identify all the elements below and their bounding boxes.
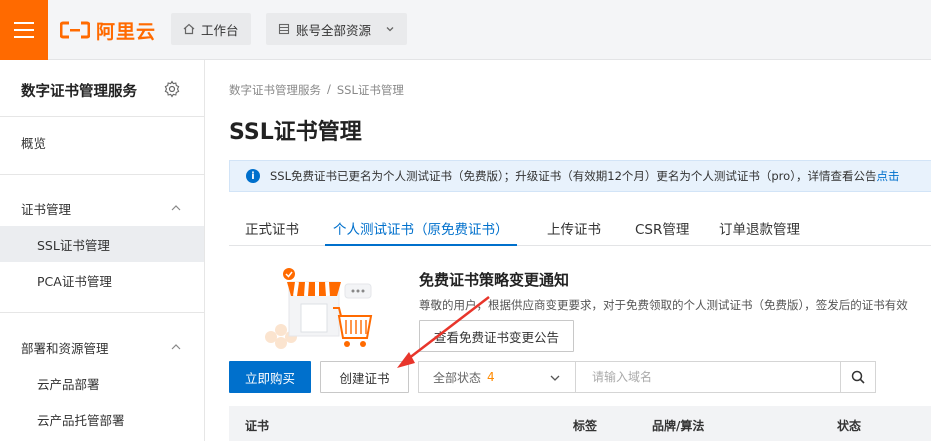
sidebar-group-cert-management[interactable]: 证书管理 [0, 190, 204, 226]
tab-refund-management[interactable]: 订单退款管理 [719, 218, 800, 246]
resources-label: 账号全部资源 [296, 22, 372, 38]
notice-text: SSL免费证书已更名为个人测试证书（免费版）；升级证书（有效期12个月）更名为个… [270, 169, 877, 183]
sidebar-title: 数字证书管理服务 [21, 84, 137, 100]
breadcrumb: 数字证书管理服务 / SSL证书管理 [229, 82, 404, 98]
top-bar: 阿里云 工作台 账号全部资源 [0, 0, 931, 60]
info-icon: i [246, 169, 260, 183]
home-icon [183, 23, 195, 35]
chevron-up-icon [171, 205, 181, 211]
tab-upload-cert[interactable]: 上传证书 [547, 218, 601, 246]
tab-official-cert[interactable]: 正式证书 [245, 218, 299, 246]
table-header: 证书 标签 品牌/算法 状态 [229, 406, 931, 441]
main-content: 数字证书管理服务 / SSL证书管理 SSL证书管理 i SSL免费证书已更名为… [206, 60, 931, 441]
status-select-value: 全部状态 [433, 370, 482, 385]
store-illustration-icon [265, 268, 373, 349]
status-select[interactable]: 全部状态 4 [418, 361, 576, 393]
sidebar-item-cloud-deploy[interactable]: 云产品部署 [0, 365, 204, 401]
tab-bar: 正式证书 个人测试证书（原免费证书） 上传证书 CSR管理 订单退款管理 [229, 212, 931, 246]
status-count: 4 [487, 370, 495, 384]
column-header-status: 状态 [837, 419, 862, 433]
sidebar: 数字证书管理服务 概览 证书管理 SSL证书管理 PCA证书管理 部署和资源管理… [0, 60, 205, 441]
aliyun-logo-icon [60, 21, 90, 39]
chevron-up-icon [171, 344, 181, 350]
tab-personal-test-cert[interactable]: 个人测试证书（原免费证书） [325, 218, 517, 246]
view-announcement-button[interactable]: 查看免费证书变更公告 [419, 320, 574, 352]
sidebar-item-ssl-cert[interactable]: SSL证书管理 [0, 226, 204, 262]
sidebar-group-deploy[interactable]: 部署和资源管理 [0, 329, 204, 365]
workbench-button[interactable]: 工作台 [171, 13, 251, 45]
promo-title: 免费证书策略变更通知 [419, 271, 570, 289]
domain-search-input[interactable] [575, 361, 841, 393]
sidebar-item-hosted-deploy[interactable]: 云产品托管部署 [0, 401, 204, 437]
breadcrumb-item[interactable]: 数字证书管理服务 [229, 82, 321, 98]
breadcrumb-item: SSL证书管理 [336, 83, 404, 97]
notice-link[interactable]: 点击 [876, 168, 899, 184]
gear-icon[interactable] [163, 80, 181, 98]
buy-now-button[interactable]: 立即购买 [229, 361, 311, 393]
column-header-tags: 标签 [573, 419, 598, 433]
menu-icon[interactable] [0, 0, 48, 60]
notice-banner: i SSL免费证书已更名为个人测试证书（免费版）；升级证书（有效期12个月）更名… [229, 160, 931, 192]
column-header-brand-algo: 品牌/算法 [652, 419, 705, 433]
sidebar-item-overview[interactable]: 概览 [0, 124, 204, 160]
promo-text: 尊敬的用户，根据供应商变更要求，对于免费领取的个人测试证书（免费版），签发后的证… [419, 298, 908, 312]
brand-name: 阿里云 [96, 20, 157, 43]
column-header-cert: 证书 [245, 419, 270, 433]
breadcrumb-separator: / [327, 82, 331, 96]
search-button[interactable] [840, 361, 876, 393]
workbench-label: 工作台 [201, 22, 239, 38]
chevron-down-icon [386, 27, 394, 32]
search-icon [851, 370, 865, 384]
sidebar-item-pca-cert[interactable]: PCA证书管理 [0, 262, 204, 298]
create-cert-button[interactable]: 创建证书 [320, 361, 409, 393]
logo[interactable]: 阿里云 [60, 16, 156, 44]
list-icon [278, 23, 290, 35]
tab-csr-management[interactable]: CSR管理 [635, 218, 689, 246]
chevron-down-icon [550, 375, 560, 381]
resources-dropdown[interactable]: 账号全部资源 [266, 13, 408, 45]
page-title: SSL证书管理 [229, 120, 362, 145]
